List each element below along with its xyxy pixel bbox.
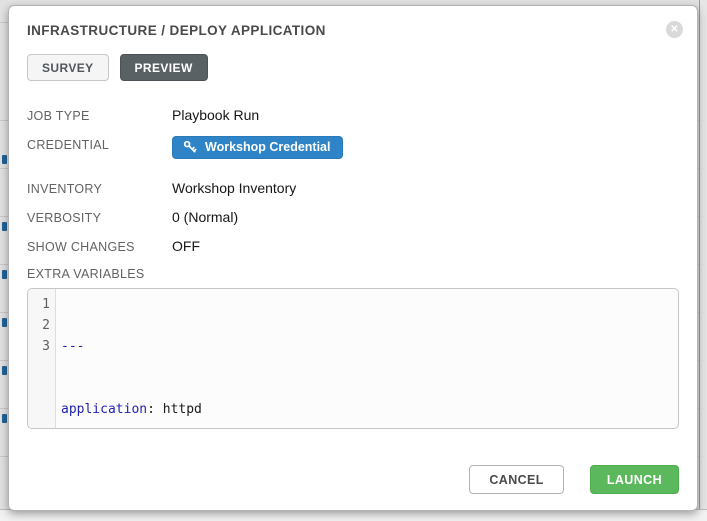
clipped-background-link xyxy=(2,222,7,231)
clipped-background-link xyxy=(2,366,7,375)
code-token: --- xyxy=(61,339,84,354)
line-number: 3 xyxy=(28,336,50,357)
credential-badge-label: Workshop Credential xyxy=(205,140,330,154)
clipped-background-link xyxy=(2,318,7,327)
extra-variables-section: EXTRA VARIABLES 1 2 3 --- application: h… xyxy=(27,267,679,429)
line-number: 1 xyxy=(28,294,50,315)
field-label: INVENTORY xyxy=(27,180,172,196)
field-value: Workshop Inventory xyxy=(172,180,296,196)
field-label: CREDENTIAL xyxy=(27,136,172,152)
tab-preview[interactable]: PREVIEW xyxy=(120,54,208,81)
deploy-application-modal: INFRASTRUCTURE / DEPLOY APPLICATION ✕ SU… xyxy=(8,5,698,511)
field-row-verbosity: VERBOSITY 0 (Normal) xyxy=(27,209,679,225)
field-value: 0 (Normal) xyxy=(172,209,238,225)
tabs-row: SURVEY PREVIEW xyxy=(27,54,679,81)
field-label: SHOW CHANGES xyxy=(27,238,172,254)
field-label: VERBOSITY xyxy=(27,209,172,225)
extra-variables-editor[interactable]: 1 2 3 --- application: httpd xyxy=(27,288,679,429)
key-icon xyxy=(183,140,197,154)
code-line: application: httpd xyxy=(61,399,678,420)
editor-line-numbers: 1 2 3 xyxy=(28,289,56,428)
modal-header: INFRASTRUCTURE / DEPLOY APPLICATION ✕ xyxy=(27,23,679,38)
code-line: --- xyxy=(61,336,678,357)
field-value: Playbook Run xyxy=(172,107,259,123)
credential-badge[interactable]: Workshop Credential xyxy=(172,136,343,159)
close-icon[interactable]: ✕ xyxy=(666,21,683,38)
clipped-background-link xyxy=(2,270,7,279)
clipped-background-link xyxy=(2,155,7,164)
code-token: : httpd xyxy=(147,402,202,417)
field-row-show-changes: SHOW CHANGES OFF xyxy=(27,238,679,254)
code-token: application xyxy=(61,402,147,417)
field-row-job-type: JOB TYPE Playbook Run xyxy=(27,107,679,123)
launch-button[interactable]: LAUNCH xyxy=(590,465,679,494)
tab-survey[interactable]: SURVEY xyxy=(27,54,109,81)
field-value: OFF xyxy=(172,238,200,254)
modal-footer: CANCEL LAUNCH xyxy=(27,455,679,494)
field-row-inventory: INVENTORY Workshop Inventory xyxy=(27,180,679,196)
clipped-background-link xyxy=(2,414,7,423)
field-label: JOB TYPE xyxy=(27,107,172,123)
field-row-credential: CREDENTIAL Workshop Credential xyxy=(27,136,679,159)
background-right-strip xyxy=(699,0,707,521)
extra-variables-label: EXTRA VARIABLES xyxy=(27,267,679,281)
modal-title: INFRASTRUCTURE / DEPLOY APPLICATION xyxy=(27,23,679,38)
editor-code-area[interactable]: --- application: httpd xyxy=(56,289,678,428)
line-number: 2 xyxy=(28,315,50,336)
cancel-button[interactable]: CANCEL xyxy=(469,465,563,494)
